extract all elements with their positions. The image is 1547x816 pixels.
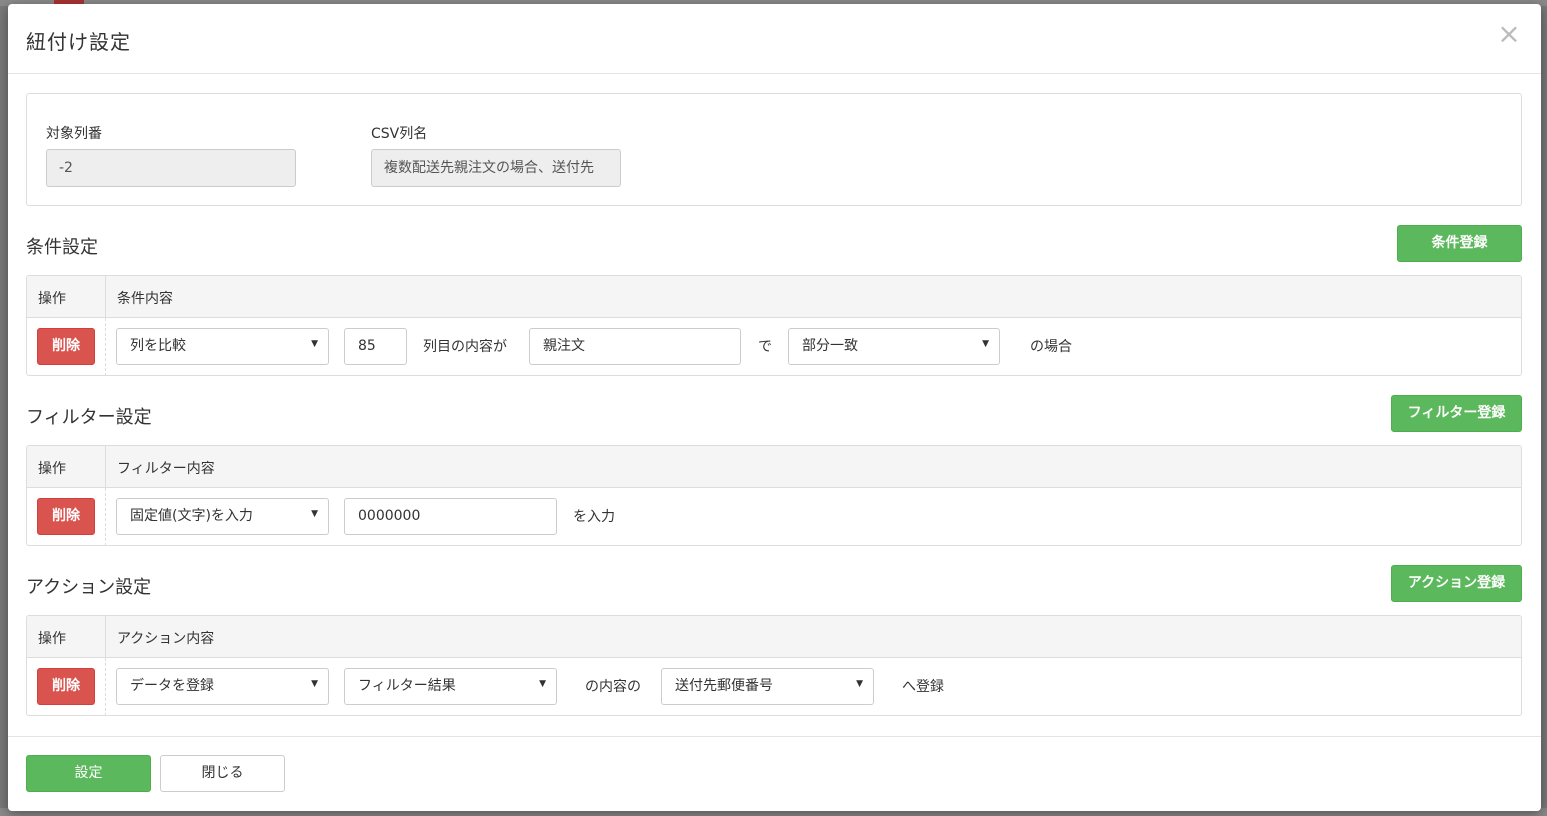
action-register-button[interactable]: アクション登録 <box>1391 565 1522 602</box>
condition-match-value: 部分一致 <box>802 338 858 354</box>
filter-table: 操作 フィルター内容 削除 固定値(文字)を入力 ▼ 0000000 を入力 <box>26 445 1522 546</box>
action-source-select[interactable]: フィルター結果 ▼ <box>344 668 557 705</box>
caret-down-icon: ▼ <box>856 679 863 689</box>
action-target-select[interactable]: 送付先郵便番号 ▼ <box>661 668 874 705</box>
condition-type-value: 列を比較 <box>130 338 186 354</box>
column-number-field: -2 <box>46 149 296 187</box>
filter-row-divider <box>105 488 106 545</box>
filter-header-content: フィルター内容 <box>117 461 215 477</box>
modal-title: 紐付け設定 <box>26 30 131 54</box>
csv-name-field: 複数配送先親注文の場合、送付先 <box>371 149 621 187</box>
action-type-value: データを登録 <box>130 678 214 694</box>
target-column-panel: 対象列番 -2 CSV列名 複数配送先親注文の場合、送付先 <box>26 93 1522 206</box>
filter-header-divider <box>105 446 106 488</box>
filter-type-select[interactable]: 固定値(文字)を入力 ▼ <box>116 498 329 535</box>
condition-column-content-text: 列目の内容が <box>423 339 507 355</box>
condition-header-content: 条件内容 <box>117 291 173 307</box>
condition-table: 操作 条件内容 削除 列を比較 ▼ 85 列目の内容が 親注文 で 部分一致 ▼… <box>26 275 1522 376</box>
condition-header-operation: 操作 <box>38 291 66 307</box>
action-table: 操作 アクション内容 削除 データを登録 ▼ フィルター結果 ▼ の内容の 送付… <box>26 615 1522 716</box>
filter-type-value: 固定値(文字)を入力 <box>130 508 253 524</box>
action-delete-button[interactable]: 削除 <box>37 668 95 705</box>
submit-button[interactable]: 設定 <box>26 755 151 792</box>
action-source-value: フィルター結果 <box>358 678 456 694</box>
action-section-title: アクション設定 <box>26 577 152 598</box>
action-content-of-text: の内容の <box>585 679 641 695</box>
condition-row-divider <box>105 318 106 375</box>
condition-de-text: で <box>758 339 772 355</box>
caret-down-icon: ▼ <box>311 679 318 689</box>
filter-table-header: 操作 フィルター内容 <box>27 446 1521 488</box>
action-header-content: アクション内容 <box>117 631 215 647</box>
caret-down-icon: ▼ <box>311 509 318 519</box>
action-register-to-text: へ登録 <box>902 679 944 695</box>
caret-down-icon: ▼ <box>311 339 318 349</box>
caret-down-icon: ▼ <box>539 679 546 689</box>
mapping-settings-modal: 紐付け設定 × 対象列番 -2 CSV列名 複数配送先親注文の場合、送付先 条件… <box>8 4 1541 811</box>
close-icon[interactable]: × <box>1497 20 1521 48</box>
condition-header-divider <box>105 276 106 318</box>
action-header-divider <box>105 616 106 658</box>
condition-register-button[interactable]: 条件登録 <box>1397 225 1522 262</box>
filter-delete-button[interactable]: 削除 <box>37 498 95 535</box>
filter-header-operation: 操作 <box>38 461 66 477</box>
condition-delete-button[interactable]: 削除 <box>37 328 95 365</box>
condition-case-text: の場合 <box>1030 339 1072 355</box>
column-number-label: 対象列番 <box>46 126 102 142</box>
modal-footer: 設定 閉じる <box>8 736 1541 811</box>
filter-register-button[interactable]: フィルター登録 <box>1391 395 1522 432</box>
filter-input-suffix-text: を入力 <box>573 509 615 525</box>
action-target-value: 送付先郵便番号 <box>675 678 773 694</box>
condition-match-select[interactable]: 部分一致 ▼ <box>788 328 1000 365</box>
csv-name-label: CSV列名 <box>371 126 428 142</box>
modal-header: 紐付け設定 × <box>8 4 1541 74</box>
condition-section-title: 条件設定 <box>26 237 98 258</box>
caret-down-icon: ▼ <box>982 339 989 349</box>
action-row-divider <box>105 658 106 715</box>
close-button[interactable]: 閉じる <box>160 755 285 792</box>
filter-value-input[interactable]: 0000000 <box>344 498 557 535</box>
condition-value-input[interactable]: 親注文 <box>529 328 741 365</box>
filter-section-title: フィルター設定 <box>26 407 152 428</box>
action-table-header: 操作 アクション内容 <box>27 616 1521 658</box>
condition-table-header: 操作 条件内容 <box>27 276 1521 318</box>
action-type-select[interactable]: データを登録 ▼ <box>116 668 329 705</box>
condition-column-input[interactable]: 85 <box>344 328 407 365</box>
action-header-operation: 操作 <box>38 631 66 647</box>
condition-type-select[interactable]: 列を比較 ▼ <box>116 328 329 365</box>
